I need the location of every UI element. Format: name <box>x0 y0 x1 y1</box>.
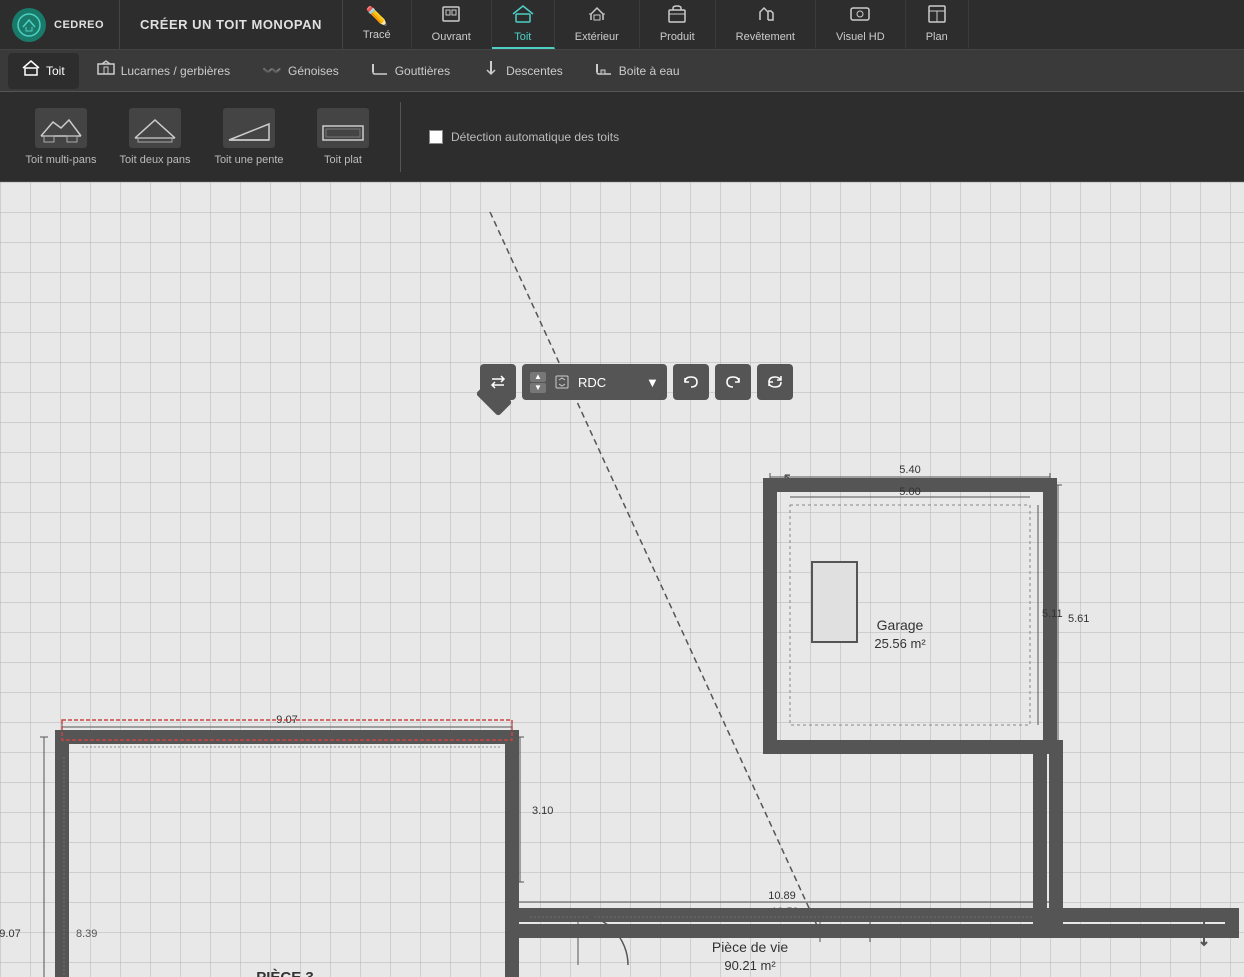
roof-multi-pans-icon <box>35 108 87 148</box>
roof-type-toolbar: Toit multi-pans Toit deux pans Toit une … <box>0 92 1244 182</box>
genoises-icon: 〰️ <box>262 61 282 81</box>
second-toolbar: Toit Lucarnes / gerbières 〰️ Génoises Go… <box>0 50 1244 92</box>
top-navigation: CEDREO CRÉER UN TOIT MONOPAN ✏️ Tracé Ou… <box>0 0 1244 50</box>
svg-text:10.89: 10.89 <box>768 890 796 902</box>
trace-icon: ✏️ <box>366 7 388 25</box>
tab-descentes[interactable]: Descentes <box>468 53 577 89</box>
canvas-toolbar: ▲ ▼ RDC ▼ <box>480 364 793 400</box>
roof-plat[interactable]: Toit plat <box>298 97 388 177</box>
svg-text:9.07: 9.07 <box>0 928 21 940</box>
svg-text:PIÈCE 3: PIÈCE 3 <box>256 969 314 977</box>
toit-tab-icon <box>22 60 40 81</box>
svg-text:10.59: 10.59 <box>771 906 799 918</box>
auto-detect-checkbox[interactable] <box>429 130 443 144</box>
nav-plan[interactable]: Plan <box>906 0 969 49</box>
floor-down[interactable]: ▼ <box>530 383 546 393</box>
plan-icon <box>926 4 948 27</box>
svg-text:5.11: 5.11 <box>1042 608 1063 620</box>
nav-toit[interactable]: Toit <box>492 0 555 49</box>
nav-produit[interactable]: Produit <box>640 0 716 49</box>
gouttieres-icon <box>371 60 389 81</box>
undo-button[interactable] <box>673 364 709 400</box>
svg-text:8.39: 8.39 <box>281 735 302 747</box>
floor-up[interactable]: ▲ <box>530 372 546 382</box>
roof-une-pente[interactable]: Toit une pente <box>204 97 294 177</box>
floor-selector: ▲ ▼ RDC ▼ <box>522 364 667 400</box>
tab-lucarnes[interactable]: Lucarnes / gerbières <box>83 53 244 89</box>
nav-revetement[interactable]: Revêtement <box>716 0 816 49</box>
produit-icon <box>666 4 688 27</box>
nav-items: ✏️ Tracé Ouvrant Toit <box>343 0 1244 49</box>
logo-area: CEDREO <box>0 0 120 49</box>
exterieur-icon <box>586 4 608 27</box>
refresh-button[interactable] <box>757 364 793 400</box>
auto-detect-option: Détection automatique des toits <box>429 130 619 144</box>
tab-genoises[interactable]: 〰️ Génoises <box>248 53 353 89</box>
roof-deux-pans[interactable]: Toit deux pans <box>110 97 200 177</box>
svg-text:5.00: 5.00 <box>899 486 920 498</box>
revetement-icon <box>754 4 776 27</box>
roof-multi-pans[interactable]: Toit multi-pans <box>16 97 106 177</box>
nav-trace[interactable]: ✏️ Tracé <box>343 0 412 49</box>
floor-arrows: ▲ ▼ <box>530 372 546 393</box>
redo-button[interactable] <box>715 364 751 400</box>
nav-visuel-hd[interactable]: Visuel HD <box>816 0 906 49</box>
app-title: CEDREO <box>54 19 104 31</box>
nav-exterieur[interactable]: Extérieur <box>555 0 640 49</box>
svg-text:3.10: 3.10 <box>532 805 553 817</box>
nav-arrow[interactable] <box>1184 910 1224 957</box>
lucarnes-icon <box>97 60 115 81</box>
svg-text:Pièce de vie: Pièce de vie <box>712 939 788 955</box>
ouvrant-icon <box>441 4 461 27</box>
roof-plat-icon <box>317 108 369 148</box>
boite-eau-icon <box>595 60 613 81</box>
svg-text:↖: ↖ <box>782 469 797 489</box>
roof-une-pente-icon <box>223 108 275 148</box>
svg-text:5.61: 5.61 <box>1068 613 1089 625</box>
canvas-area: ▲ ▼ RDC ▼ <box>0 182 1244 977</box>
logo-icon <box>12 8 46 42</box>
tab-gouttieres[interactable]: Gouttières <box>357 53 464 89</box>
nav-ouvrant[interactable]: Ouvrant <box>412 0 492 49</box>
swap-button[interactable] <box>480 364 516 400</box>
svg-text:90.21 m²: 90.21 m² <box>724 958 776 973</box>
floor-plan-svg: Garage 25.56 m² 5.40 5.00 5.61 5.11 9.07… <box>0 182 1244 977</box>
svg-text:Garage: Garage <box>877 617 924 633</box>
tab-toit[interactable]: Toit <box>8 53 79 89</box>
floor-dropdown[interactable]: ▼ <box>646 375 659 390</box>
svg-text:8.39: 8.39 <box>76 928 97 940</box>
tab-boite-eau[interactable]: Boite à eau <box>581 53 694 89</box>
svg-text:25.56 m²: 25.56 m² <box>874 636 926 651</box>
toolbar-separator <box>400 102 401 172</box>
toit-icon <box>512 4 534 27</box>
visuel-hd-icon <box>849 4 871 27</box>
roof-deux-pans-icon <box>129 108 181 148</box>
descentes-icon <box>482 60 500 81</box>
floor-label: RDC <box>578 375 638 390</box>
page-title: CRÉER UN TOIT MONOPAN <box>120 0 343 49</box>
svg-text:5.40: 5.40 <box>899 464 920 476</box>
